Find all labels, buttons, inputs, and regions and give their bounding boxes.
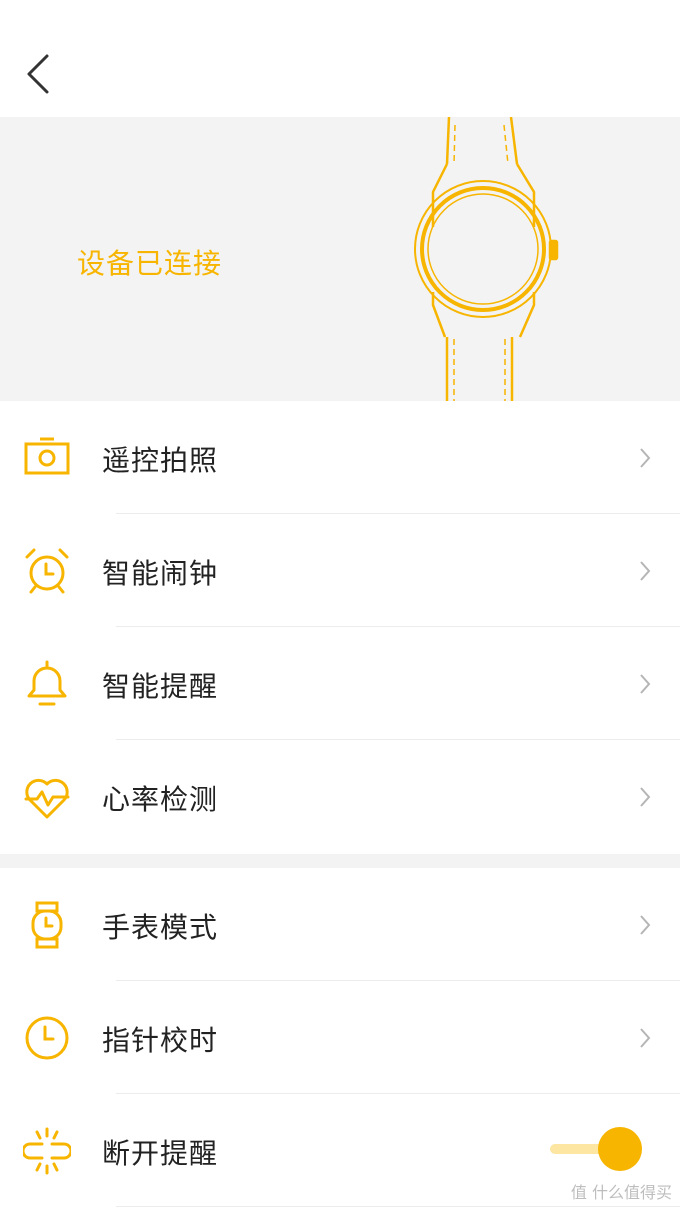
list-item-label: 断开提醒 xyxy=(102,1137,219,1170)
heart-rate-item[interactable]: 心率检测 xyxy=(0,740,680,853)
chevron-left-icon xyxy=(27,54,49,94)
feature-list-2: 手表模式 指针校时 断开提醒 xyxy=(0,868,680,1207)
feature-list-1: 遥控拍照 智能闹钟 智能提醒 心率检测 xyxy=(0,401,680,853)
list-item-label: 智能闹钟 xyxy=(102,557,219,590)
camera-icon xyxy=(24,437,70,475)
chevron-right-icon xyxy=(640,561,651,581)
list-item-label: 遥控拍照 xyxy=(102,444,219,477)
smart-alarm-item[interactable]: 智能闹钟 xyxy=(0,514,680,627)
chevron-right-icon xyxy=(640,674,651,694)
back-button[interactable] xyxy=(22,52,58,96)
clock-icon xyxy=(25,1016,69,1060)
toggle-knob xyxy=(598,1127,642,1171)
disconnect-icon xyxy=(23,1127,71,1175)
list-item-label: 智能提醒 xyxy=(102,670,219,703)
watermark: 值 什么值得买 xyxy=(570,1183,672,1202)
watch-icon xyxy=(31,901,63,949)
connection-status: 设备已连接 xyxy=(77,247,223,280)
section-gap xyxy=(0,854,680,868)
alarm-clock-icon xyxy=(25,548,69,594)
bell-icon xyxy=(27,660,67,706)
chevron-right-icon xyxy=(640,448,651,468)
top-bar xyxy=(0,0,680,117)
heart-rate-icon xyxy=(24,778,70,819)
watch-illustration xyxy=(414,117,559,401)
remote-camera-item[interactable]: 遥控拍照 xyxy=(0,401,680,514)
chevron-right-icon xyxy=(640,915,651,935)
disconnect-reminder-toggle[interactable] xyxy=(550,1127,642,1173)
watch-mode-item[interactable]: 手表模式 xyxy=(0,868,680,981)
chevron-right-icon xyxy=(640,787,651,807)
smart-reminder-item[interactable]: 智能提醒 xyxy=(0,627,680,740)
list-item-label: 手表模式 xyxy=(102,911,219,944)
chevron-right-icon xyxy=(640,1028,651,1048)
list-item-label: 心率检测 xyxy=(102,783,219,816)
divider xyxy=(116,1206,680,1207)
hand-calibration-item[interactable]: 指针校时 xyxy=(0,981,680,1094)
list-item-label: 指针校时 xyxy=(102,1024,219,1057)
